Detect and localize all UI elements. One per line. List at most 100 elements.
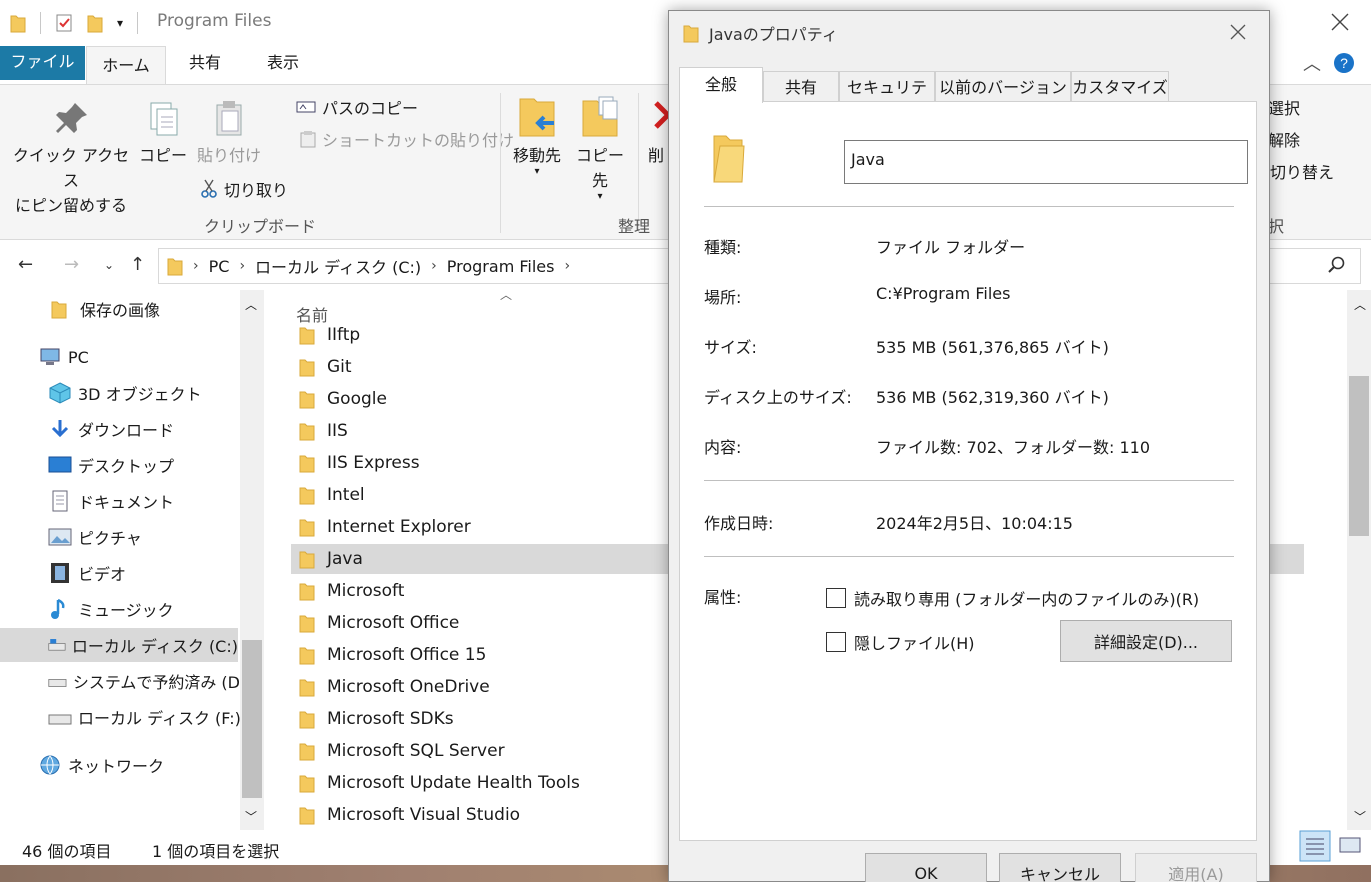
folder-icon (299, 615, 315, 633)
nav-item-downloads[interactable]: ダウンロード (48, 412, 174, 446)
file-list-scrollbar-thumb[interactable] (1349, 376, 1369, 536)
paste-button[interactable]: 貼り付け (196, 99, 262, 168)
tab-file[interactable]: ファイル (0, 46, 85, 80)
forward-arrow-icon[interactable]: → (64, 254, 79, 275)
select-all-button[interactable]: 選択 (1268, 95, 1300, 119)
nav-item-label: ピクチャ (78, 529, 142, 548)
properties-icon[interactable] (55, 13, 73, 33)
file-row[interactable]: Google (291, 384, 387, 414)
hidden-checkbox[interactable] (826, 632, 846, 652)
file-row[interactable]: IIS Express (291, 448, 420, 478)
file-row[interactable]: IIS (291, 416, 348, 446)
nav-item-system-reserved-d[interactable]: システムで予約済み (D (48, 664, 240, 698)
file-row[interactable]: Microsoft OneDrive (291, 672, 490, 702)
file-row[interactable]: Git (291, 352, 352, 382)
tab-share[interactable]: 共有 (170, 44, 240, 84)
back-arrow-icon[interactable]: ← (18, 254, 33, 275)
pin-to-quick-access-button[interactable]: クイック アクセス にピン留めする (12, 99, 130, 218)
file-row[interactable]: IIftp (291, 320, 360, 350)
desktop-icon (48, 456, 72, 473)
paste-shortcut-button[interactable]: ショートカットの貼り付け (300, 127, 514, 151)
scroll-up-chevron-icon[interactable]: ︿ (245, 296, 257, 313)
file-row[interactable]: Microsoft Office 15 (291, 640, 486, 670)
file-row[interactable]: Intel (291, 480, 365, 510)
file-row[interactable]: Microsoft Visual Studio (291, 800, 520, 830)
tab-security[interactable]: セキュリティ (839, 71, 935, 129)
chevron-right-icon[interactable]: › (431, 258, 437, 274)
nav-item-desktop[interactable]: デスクトップ (48, 448, 174, 482)
tab-home[interactable]: ホーム (86, 46, 166, 84)
nav-item-3d-objects[interactable]: 3D オブジェクト (48, 376, 202, 410)
select-none-button[interactable]: 解除 (1268, 127, 1300, 151)
tab-view[interactable]: 表示 (246, 44, 320, 84)
folder-name-input[interactable]: Java (844, 140, 1248, 184)
scroll-down-chevron-icon[interactable]: ﹀ (245, 808, 257, 825)
nav-item-pc[interactable]: PC (38, 340, 89, 374)
nav-scrollbar-thumb[interactable] (242, 640, 262, 798)
nav-item-label: ローカル ディスク (F:) (78, 709, 241, 728)
advanced-button[interactable]: 詳細設定(D)... (1060, 620, 1232, 662)
documents-icon (52, 490, 68, 512)
nav-item-saved-pictures[interactable]: 保存の画像 (50, 292, 160, 326)
tab-customize[interactable]: カスタマイズ (1071, 71, 1169, 103)
size-on-disk-value: 536 MB (562,319,360 バイト) (876, 388, 1109, 407)
copy-path-label: パスのコピー (322, 99, 419, 118)
chevron-right-icon[interactable]: › (193, 258, 199, 274)
breadcrumb-program-files[interactable]: Program Files (447, 257, 555, 276)
nav-item-network[interactable]: ネットワーク (38, 748, 164, 782)
close-icon[interactable] (1229, 23, 1247, 45)
close-icon[interactable] (1320, 6, 1360, 38)
copy-button[interactable]: コピー (138, 99, 188, 168)
delete-button[interactable]: 削 (648, 95, 668, 168)
file-row[interactable]: Microsoft Office (291, 608, 459, 638)
created-label: 作成日時: (704, 514, 774, 533)
nav-item-pictures[interactable]: ピクチャ (48, 520, 142, 554)
move-to-button[interactable]: 移動先 ▾ (508, 95, 566, 177)
tab-sharing[interactable]: 共有 (763, 71, 839, 103)
chevron-right-icon[interactable]: › (239, 258, 245, 274)
location-label: 場所: (704, 288, 742, 307)
select-all-label: 選択 (1268, 99, 1301, 118)
scroll-up-chevron-icon[interactable]: ︿ (1354, 296, 1366, 313)
file-row[interactable]: Microsoft (291, 576, 404, 606)
copy-path-button[interactable]: パスのコピー (296, 95, 418, 119)
help-icon[interactable]: ? (1333, 52, 1355, 74)
chevron-right-icon[interactable]: › (564, 258, 570, 274)
nav-item-documents[interactable]: ドキュメント (48, 484, 174, 518)
nav-item-local-disk-c[interactable]: ローカル ディスク (C:) (0, 628, 238, 662)
file-row[interactable]: Microsoft SQL Server (291, 736, 505, 766)
drive-icon (48, 639, 66, 651)
hidden-checkbox-row[interactable]: 隠しファイル(H) (826, 630, 975, 654)
tab-general[interactable]: 全般 (679, 67, 763, 103)
up-arrow-icon[interactable]: ↑ (130, 254, 145, 275)
customize-toolbar-icon[interactable]: ▾ (117, 16, 123, 30)
invert-selection-button[interactable]: 切り替え (1270, 159, 1334, 183)
apply-button[interactable]: 適用(A) (1135, 853, 1257, 882)
nav-item-videos[interactable]: ビデオ (48, 556, 126, 590)
ok-button[interactable]: OK (865, 853, 987, 882)
search-icon[interactable] (1328, 256, 1346, 274)
readonly-checkbox[interactable] (826, 588, 846, 608)
nav-item-local-disk-f[interactable]: ローカル ディスク (F:) (48, 700, 241, 734)
breadcrumb-pc[interactable]: PC (209, 257, 230, 276)
file-list-scrollbar[interactable] (1347, 290, 1371, 830)
large-icons-view-icon[interactable] (1337, 830, 1363, 862)
collapse-ribbon-icon[interactable]: ︿ (1303, 50, 1321, 76)
tab-previous-versions[interactable]: 以前のバージョン (935, 71, 1071, 103)
breadcrumb-local-disk[interactable]: ローカル ディスク (C:) (255, 254, 421, 278)
nav-item-label: システムで予約済み (D (72, 673, 240, 692)
nav-item-music[interactable]: ミュージック (48, 592, 174, 626)
cancel-button[interactable]: キャンセル (999, 853, 1121, 882)
recent-locations-chevron-icon[interactable]: ⌄ (104, 258, 114, 272)
cut-button[interactable]: 切り取り (200, 177, 288, 201)
new-folder-icon[interactable] (87, 13, 103, 33)
scroll-down-chevron-icon[interactable]: ﹀ (1354, 808, 1366, 825)
copy-to-button[interactable]: コピー先 ▾ (570, 95, 630, 202)
file-row[interactable]: Microsoft Update Health Tools (291, 768, 580, 798)
file-row[interactable]: Internet Explorer (291, 512, 471, 542)
folder-icon[interactable] (10, 13, 26, 33)
file-name: IIftp (327, 325, 361, 345)
details-view-icon[interactable] (1299, 830, 1331, 862)
file-row[interactable]: Microsoft SDKs (291, 704, 454, 734)
readonly-checkbox-row[interactable]: 読み取り専用 (フォルダー内のファイルのみ)(R) (826, 586, 1199, 610)
